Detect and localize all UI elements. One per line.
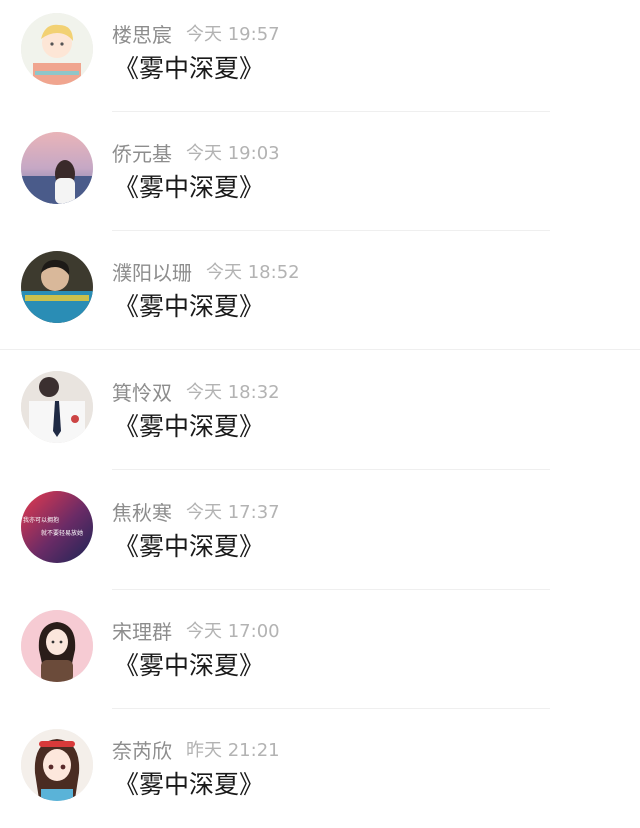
- list-item[interactable]: 楼思宸 今天 19:57 《雾中深夏》: [0, 0, 640, 112]
- message-meta: 宋理群 今天 17:00: [112, 618, 280, 644]
- sender-name: 濮阳以珊: [112, 260, 192, 285]
- message-text: 《雾中深夏》: [114, 770, 265, 799]
- divider: [0, 349, 640, 350]
- illustrated-girl-avatar[interactable]: [21, 610, 93, 682]
- list-item[interactable]: 我亦可以拥抱 就不要轻易放她 焦秋寒 今天 17:37 《雾中深夏》: [0, 471, 640, 590]
- message-time: 今天 19:57: [186, 23, 280, 45]
- message-text: 《雾中深夏》: [114, 54, 265, 83]
- message-text: 《雾中深夏》: [114, 532, 265, 561]
- list-item[interactable]: 奈芮欣 昨天 21:21 《雾中深夏》: [0, 709, 640, 828]
- sender-name: 侨元基: [112, 141, 172, 166]
- message-meta: 侨元基 今天 19:03: [112, 140, 280, 166]
- message-text: 《雾中深夏》: [114, 292, 265, 321]
- list-item[interactable]: 箕怜双 今天 18:32 《雾中深夏》: [0, 351, 640, 470]
- boy-photo-avatar[interactable]: [21, 251, 93, 323]
- message-time: 今天 19:03: [186, 142, 280, 164]
- message-meta: 楼思宸 今天 19:57: [112, 21, 280, 47]
- message-list: 楼思宸 今天 19:57 《雾中深夏》 侨元基 今天 19:03 《雾中深夏》 …: [0, 0, 640, 817]
- beach-girl-avatar[interactable]: [21, 132, 93, 204]
- message-meta: 焦秋寒 今天 17:37: [112, 499, 280, 525]
- list-item[interactable]: 宋理群 今天 17:00 《雾中深夏》: [0, 590, 640, 709]
- anime-girl-avatar[interactable]: [21, 729, 93, 801]
- message-time: 今天 17:00: [186, 620, 280, 642]
- message-time: 今天 18:52: [206, 261, 300, 283]
- avatar-text-line: 就不要轻易放她: [41, 529, 83, 537]
- sender-name: 宋理群: [112, 619, 172, 644]
- message-time: 今天 18:32: [186, 381, 280, 403]
- message-meta: 箕怜双 今天 18:32: [112, 379, 280, 405]
- school-uniform-avatar[interactable]: [21, 371, 93, 443]
- text-gradient-avatar[interactable]: 我亦可以拥抱 就不要轻易放她: [21, 491, 93, 563]
- message-text: 《雾中深夏》: [114, 412, 265, 441]
- message-time: 今天 17:37: [186, 501, 280, 523]
- list-item[interactable]: 濮阳以珊 今天 18:52 《雾中深夏》: [0, 231, 640, 350]
- message-meta: 奈芮欣 昨天 21:21: [112, 737, 280, 763]
- sender-name: 箕怜双: [112, 380, 172, 405]
- message-time: 昨天 21:21: [186, 739, 280, 761]
- sender-name: 奈芮欣: [112, 738, 172, 763]
- avatar-text-line: 我亦可以拥抱: [23, 516, 59, 524]
- sender-name: 焦秋寒: [112, 500, 172, 525]
- cartoon-boy-avatar[interactable]: [21, 13, 93, 85]
- list-item[interactable]: 侨元基 今天 19:03 《雾中深夏》: [0, 112, 640, 231]
- sender-name: 楼思宸: [112, 22, 172, 47]
- divider: [112, 469, 550, 470]
- message-meta: 濮阳以珊 今天 18:52: [112, 259, 300, 285]
- message-text: 《雾中深夏》: [114, 173, 265, 202]
- message-text: 《雾中深夏》: [114, 651, 265, 680]
